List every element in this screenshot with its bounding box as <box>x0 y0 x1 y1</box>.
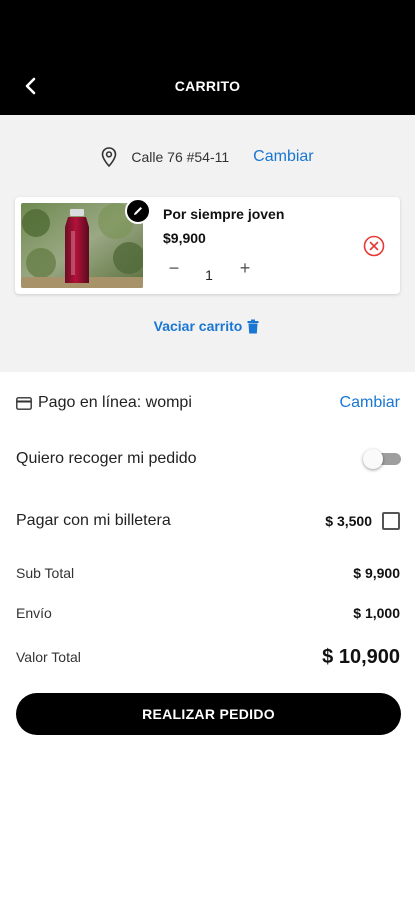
trash-icon <box>247 318 261 334</box>
empty-cart-label: Vaciar carrito <box>153 318 243 334</box>
product-name: Por siempre joven <box>163 206 285 222</box>
quantity-value: 1 <box>205 267 213 283</box>
delivery-address-row: Calle 76 #54-11 Cambiar <box>0 145 415 169</box>
product-price: $9,900 <box>163 230 206 246</box>
pickup-toggle[interactable] <box>363 449 403 469</box>
wallet-checkbox[interactable] <box>382 512 400 530</box>
payment-method-row: Pago en línea: wompi Cambiar <box>16 391 400 415</box>
page-title: CARRITO <box>174 78 241 94</box>
change-payment-link[interactable]: Cambiar <box>340 394 400 412</box>
subtotal-value: $ 9,900 <box>353 565 400 581</box>
pickup-label: Quiero recoger mi pedido <box>16 450 197 467</box>
total-row: Valor Total $ 10,900 <box>16 644 400 670</box>
subtotal-label: Sub Total <box>16 565 75 581</box>
address-text: Calle 76 #54-11 <box>131 149 230 165</box>
total-label: Valor Total <box>16 649 81 665</box>
shipping-value: $ 1,000 <box>353 605 400 621</box>
product-image[interactable] <box>21 203 143 288</box>
decrease-quantity-button[interactable]: − <box>166 259 182 277</box>
close-circle-icon <box>363 235 385 257</box>
pickup-toggle-thumb <box>363 449 383 469</box>
place-order-button[interactable]: REALIZAR PEDIDO <box>16 693 401 735</box>
edit-item-button[interactable] <box>125 198 151 224</box>
empty-cart-button[interactable]: Vaciar carrito <box>0 318 415 334</box>
credit-card-icon <box>16 396 32 410</box>
shipping-row: Envío $ 1,000 <box>16 603 400 623</box>
total-value: $ 10,900 <box>322 645 400 668</box>
remove-item-button[interactable] <box>363 235 385 257</box>
pickup-row: Quiero recoger mi pedido <box>16 447 403 471</box>
shipping-label: Envío <box>16 605 52 621</box>
subtotal-row: Sub Total $ 9,900 <box>16 563 400 583</box>
top-app-bar: CARRITO <box>0 0 415 115</box>
wallet-amount: $ 3,500 <box>325 513 372 529</box>
payment-method-label: Pago en línea: wompi <box>38 394 192 411</box>
cart-item: Por siempre joven $9,900 − 1 + <box>15 197 400 294</box>
change-address-link[interactable]: Cambiar <box>253 148 313 166</box>
location-pin-icon <box>101 147 119 167</box>
wallet-row: Pagar con mi billetera $ 3,500 <box>16 510 400 532</box>
pencil-icon <box>134 207 142 215</box>
increase-quantity-button[interactable]: + <box>237 259 253 277</box>
wallet-label: Pagar con mi billetera <box>16 512 171 529</box>
